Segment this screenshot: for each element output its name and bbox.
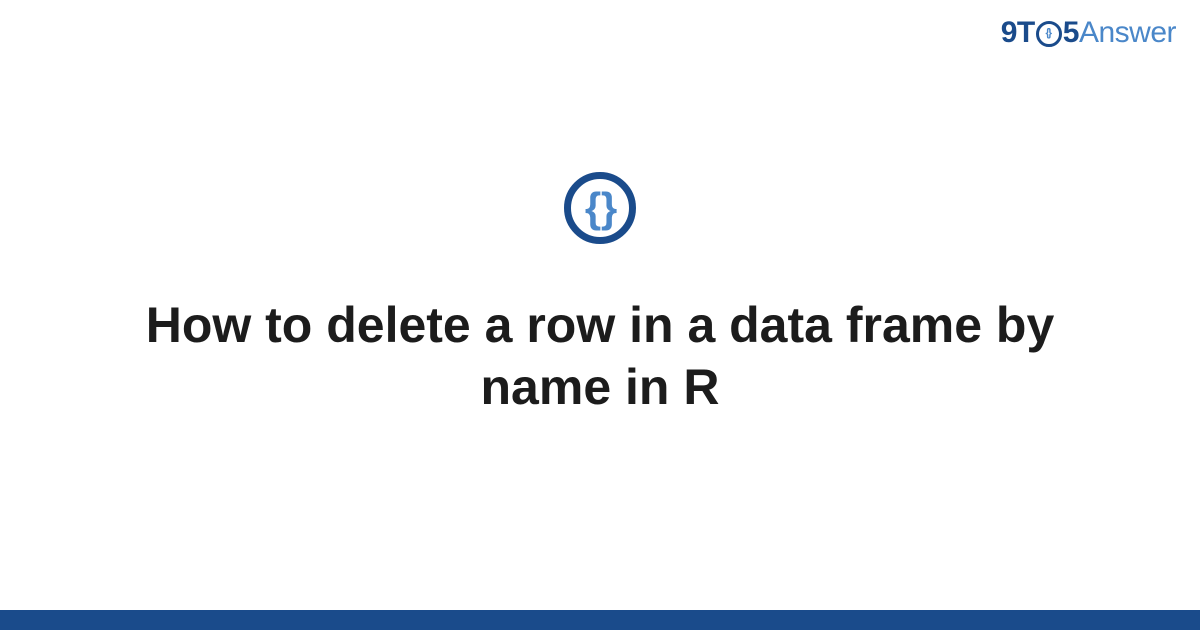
category-icon-circle: { } — [564, 172, 636, 244]
braces-icon: { } — [585, 187, 611, 229]
page-title: How to delete a row in a data frame by n… — [125, 294, 1075, 419]
footer-accent-bar — [0, 610, 1200, 630]
main-content: { } How to delete a row in a data frame … — [0, 0, 1200, 630]
